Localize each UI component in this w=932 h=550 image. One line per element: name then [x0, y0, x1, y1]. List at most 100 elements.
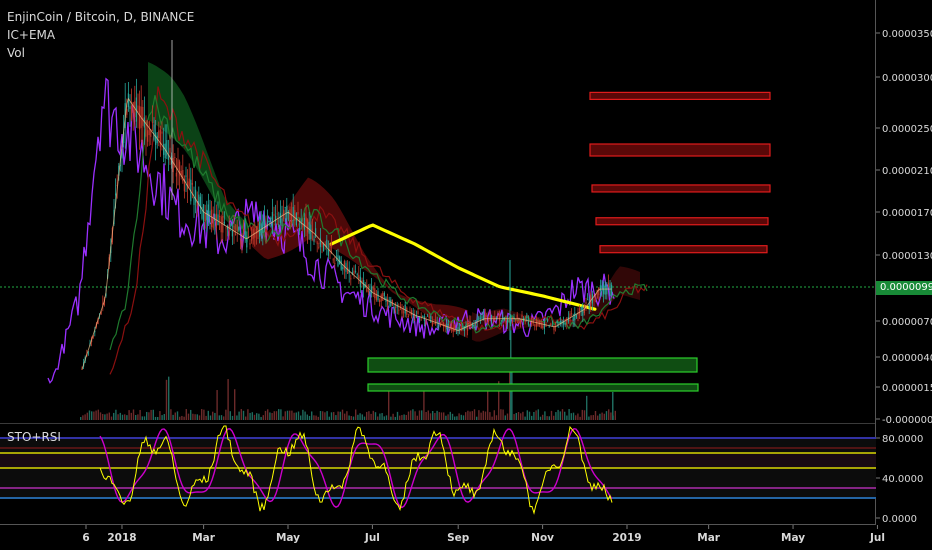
- candle-body: [455, 333, 457, 335]
- volume-bar: [198, 415, 201, 420]
- candle-body: [515, 319, 517, 321]
- volume-bar: [383, 416, 385, 420]
- candle-body: [327, 249, 329, 256]
- candle-body: [542, 325, 544, 328]
- study-ichimoku-ema[interactable]: IC+EMA: [7, 28, 56, 42]
- volume-bar: [546, 416, 548, 420]
- volume-bar: [357, 414, 359, 420]
- candle-body: [489, 314, 491, 315]
- volume-bar: [542, 414, 544, 420]
- candle-body: [147, 130, 149, 142]
- candle-body: [191, 182, 193, 185]
- candle-body: [390, 299, 392, 307]
- volume-bar: [583, 410, 586, 420]
- volume-bar: [280, 409, 282, 420]
- candle-body: [492, 316, 494, 318]
- candle-body: [414, 315, 416, 318]
- candle-body: [547, 320, 549, 322]
- candle-body: [593, 298, 595, 302]
- volume-bar: [414, 411, 416, 420]
- volume-bar: [352, 416, 355, 420]
- candle-body: [604, 285, 606, 295]
- candle-body: [236, 224, 238, 231]
- volume-bar: [361, 414, 363, 420]
- candle-body: [244, 231, 246, 237]
- candle-body: [425, 320, 427, 324]
- candle-body: [497, 314, 499, 317]
- candle-body: [220, 216, 222, 233]
- volume-bar: [410, 410, 412, 420]
- volume-bar: [245, 416, 247, 420]
- volume-bar: [557, 409, 559, 420]
- volume-bar: [275, 411, 278, 420]
- price-tick-label: 0.00002500: [882, 124, 932, 135]
- candle-body: [609, 283, 611, 296]
- volume-bar: [421, 410, 423, 420]
- volume-bars: [80, 290, 616, 420]
- candle-body: [310, 224, 312, 239]
- price-chart[interactable]: 0.00003500 0.00003000 0.00002500 0.00002100…: [0, 0, 932, 550]
- candle-body: [223, 221, 225, 224]
- candle-body: [382, 292, 384, 301]
- volume-bar: [119, 412, 121, 420]
- candle-body: [151, 122, 153, 124]
- volume-bar: [451, 413, 454, 420]
- volume-bar: [242, 410, 245, 420]
- volume-bar: [157, 416, 159, 420]
- volume-bar: [465, 412, 467, 420]
- candle-body: [404, 304, 406, 314]
- candle-body: [611, 284, 613, 295]
- volume-bar: [394, 416, 396, 420]
- volume-bar: [161, 415, 163, 420]
- candle-body: [278, 224, 280, 227]
- volume-bar: [86, 412, 88, 420]
- price-tick-label: 0.00002100: [882, 166, 932, 177]
- candle-body: [516, 314, 518, 319]
- price-tick-label: 0.00003000: [882, 73, 932, 84]
- volume-bar: [449, 411, 451, 420]
- volume-bar: [564, 411, 566, 420]
- volume-bar: [359, 413, 361, 420]
- volume-bar: [216, 390, 218, 420]
- volume-bar: [517, 412, 520, 420]
- candle-body: [459, 328, 461, 330]
- candle-body: [383, 292, 385, 297]
- volume-bar: [544, 411, 546, 420]
- volume-bar: [447, 414, 449, 420]
- candle-body: [607, 282, 609, 284]
- volume-bar: [231, 415, 234, 420]
- volume-bar: [286, 410, 289, 420]
- candle-body: [279, 213, 281, 223]
- candle-body: [225, 227, 227, 229]
- candle-body: [172, 157, 174, 173]
- volume-bar: [240, 409, 242, 420]
- volume-bar: [368, 411, 370, 420]
- volume-bar: [207, 410, 209, 420]
- volume-bar: [135, 414, 137, 420]
- sub-tick-label: 0.0000: [882, 514, 917, 525]
- volume-bar: [95, 410, 97, 420]
- ichimoku-cloud: [148, 62, 640, 342]
- candle-body: [484, 314, 486, 322]
- volume-bar: [550, 410, 553, 420]
- volume-bar: [401, 415, 403, 420]
- volume-bar: [396, 411, 399, 420]
- volume-bar: [610, 412, 612, 420]
- volume-bar: [106, 413, 108, 420]
- price-tick-label: 0.00000400: [882, 353, 932, 364]
- candle-body: [228, 225, 230, 236]
- zones: [367, 91, 771, 392]
- indicator-lines: [0, 77, 876, 384]
- study-volume[interactable]: Vol: [7, 46, 25, 60]
- candle-body: [599, 285, 601, 292]
- candle-body: [353, 270, 355, 274]
- candle-body: [318, 246, 320, 248]
- volume-bar: [502, 409, 504, 420]
- volume-bar: [599, 413, 601, 420]
- volume-bar: [99, 412, 102, 420]
- candle-body: [427, 315, 429, 317]
- volume-bar: [500, 409, 502, 420]
- volume-bar: [471, 411, 473, 420]
- last-price-badge: 0.00000998: [876, 281, 932, 295]
- sub-pane-title[interactable]: STO+RSI: [7, 430, 61, 444]
